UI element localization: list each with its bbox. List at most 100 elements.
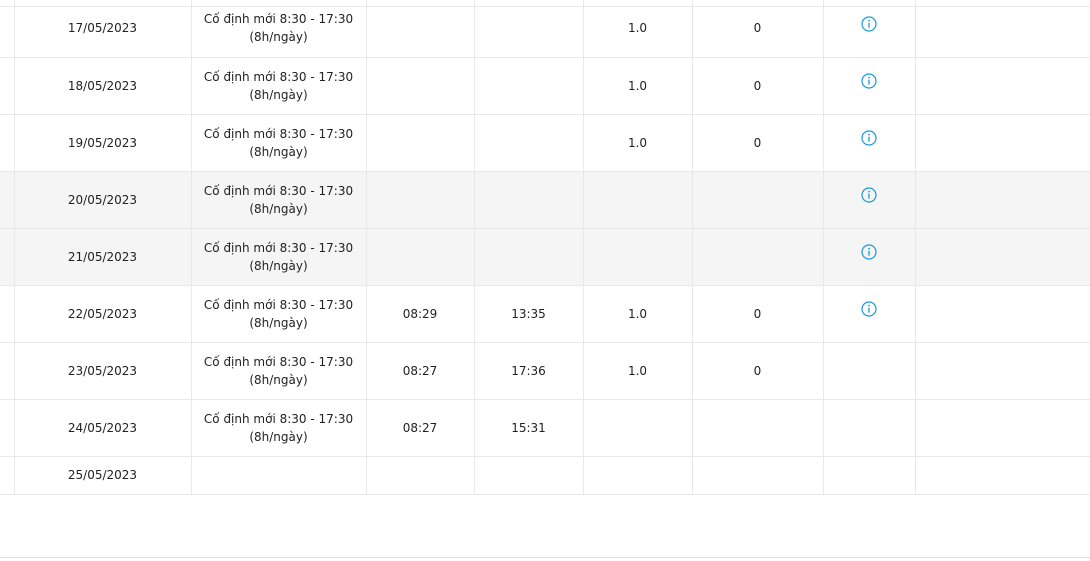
late-minutes-text: 0: [753, 306, 762, 321]
shift-name-text: Cố định mới 8:30 - 17:30: [203, 411, 354, 426]
shift-cell: Cố định mới 8:30 - 17:30 (8h/ngày): [191, 57, 367, 115]
check-in-cell: [366, 57, 475, 115]
check-out-cell: [474, 0, 584, 58]
check-in-cell: [366, 456, 475, 495]
check-in-cell: [366, 0, 475, 58]
shift-cell: Cố định mới 8:30 - 17:30 (8h/ngày): [191, 0, 367, 58]
info-circle-icon[interactable]: [861, 16, 877, 32]
work-day-cell: [583, 228, 693, 286]
info-cell: [823, 399, 916, 457]
table-row: 24/05/2023 Cố định mới 8:30 - 17:30 (8h/…: [0, 399, 1090, 457]
shift-cell: Cố định mới 8:30 - 17:30 (8h/ngày): [191, 342, 367, 400]
check-out-text: 17:36: [511, 363, 546, 378]
shift-cell: Cố định mới 8:30 - 17:30 (8h/ngày): [191, 399, 367, 457]
check-out-cell: [474, 57, 584, 115]
check-out-text: 13:35: [511, 306, 546, 321]
shift-name-text: Cố định mới 8:30 - 17:30: [203, 69, 354, 84]
shift-hours-text: (8h/ngày): [249, 144, 308, 159]
shift-name-text: Cố định mới 8:30 - 17:30: [203, 240, 354, 255]
date-cell: 18/05/2023: [14, 57, 192, 115]
check-in-cell: [366, 228, 475, 286]
work-day-text: 1.0: [627, 306, 648, 321]
check-in-cell: 08:29: [366, 285, 475, 343]
check-out-cell: [474, 228, 584, 286]
check-in-cell: 08:27: [366, 342, 475, 400]
work-day-cell: 1.0: [583, 57, 693, 115]
table-row: 22/05/2023 Cố định mới 8:30 - 17:30 (8h/…: [0, 285, 1090, 343]
row-leading-cell: [0, 228, 15, 286]
late-minutes-cell: 0: [692, 342, 824, 400]
shift-cell: Cố định mới 8:30 - 17:30 (8h/ngày): [191, 171, 367, 229]
attendance-table-body: 17/05/2023 Cố định mới 8:30 - 17:30 (8h/…: [0, 0, 1090, 495]
info-circle-icon[interactable]: [861, 301, 877, 317]
shift-name-text: Cố định mới 8:30 - 17:30: [203, 12, 354, 27]
check-out-cell: [474, 114, 584, 172]
info-cell: [823, 171, 916, 229]
check-out-text: 15:31: [511, 420, 546, 435]
work-day-cell: [583, 171, 693, 229]
work-day-text: 1.0: [627, 135, 648, 150]
check-in-cell: 08:27: [366, 399, 475, 457]
work-day-cell: [583, 456, 693, 495]
row-trailing-cell: [915, 285, 1090, 343]
date-text: 24/05/2023: [67, 420, 138, 435]
attendance-table-container: 17/05/2023 Cố định mới 8:30 - 17:30 (8h/…: [0, 0, 1090, 495]
info-circle-icon[interactable]: [861, 187, 877, 203]
row-leading-cell: [0, 57, 15, 115]
work-day-cell: [583, 399, 693, 457]
shift-cell: Cố định mới 8:30 - 17:30 (8h/ngày): [191, 228, 367, 286]
info-circle-icon[interactable]: [861, 130, 877, 146]
row-trailing-cell: [915, 57, 1090, 115]
table-row: 17/05/2023 Cố định mới 8:30 - 17:30 (8h/…: [0, 0, 1090, 58]
date-text: 23/05/2023: [67, 363, 138, 378]
date-text: 25/05/2023: [67, 468, 138, 482]
check-in-cell: [366, 114, 475, 172]
late-minutes-cell: [692, 399, 824, 457]
info-circle-icon[interactable]: [861, 244, 877, 260]
shift-cell: [191, 456, 367, 495]
row-trailing-cell: [915, 171, 1090, 229]
shift-hours-text: (8h/ngày): [249, 429, 308, 444]
date-cell: 24/05/2023: [14, 399, 192, 457]
info-cell: [823, 228, 916, 286]
late-minutes-text: 0: [753, 78, 762, 93]
late-minutes-cell: [692, 456, 824, 495]
info-cell: [823, 57, 916, 115]
date-text: 18/05/2023: [67, 78, 138, 93]
row-trailing-cell: [915, 0, 1090, 58]
shift-hours-text: (8h/ngày): [249, 372, 308, 387]
shift-cell: Cố định mới 8:30 - 17:30 (8h/ngày): [191, 114, 367, 172]
table-row: 21/05/2023 Cố định mới 8:30 - 17:30 (8h/…: [0, 228, 1090, 286]
row-trailing-cell: [915, 399, 1090, 457]
late-minutes-text: 0: [753, 135, 762, 150]
date-cell: 17/05/2023: [14, 0, 192, 58]
check-out-cell: 13:35: [474, 285, 584, 343]
check-out-cell: 15:31: [474, 399, 584, 457]
info-cell: [823, 114, 916, 172]
check-in-cell: [366, 171, 475, 229]
late-minutes-cell: 0: [692, 114, 824, 172]
info-cell: [823, 285, 916, 343]
work-day-text: 1.0: [627, 363, 648, 378]
row-leading-cell: [0, 0, 15, 58]
row-trailing-cell: [915, 456, 1090, 495]
info-circle-icon[interactable]: [861, 73, 877, 89]
shift-hours-text: (8h/ngày): [249, 201, 308, 216]
row-trailing-cell: [915, 114, 1090, 172]
attendance-table: 17/05/2023 Cố định mới 8:30 - 17:30 (8h/…: [0, 0, 1090, 495]
check-out-cell: 17:36: [474, 342, 584, 400]
late-minutes-text: 0: [753, 363, 762, 378]
table-row: 18/05/2023 Cố định mới 8:30 - 17:30 (8h/…: [0, 57, 1090, 115]
shift-hours-text: (8h/ngày): [249, 30, 308, 45]
date-cell: 21/05/2023: [14, 228, 192, 286]
table-row: 20/05/2023 Cố định mới 8:30 - 17:30 (8h/…: [0, 171, 1090, 229]
work-day-cell: 1.0: [583, 114, 693, 172]
late-minutes-cell: [692, 228, 824, 286]
row-leading-cell: [0, 456, 15, 495]
shift-name-text: Cố định mới 8:30 - 17:30: [203, 297, 354, 312]
shift-name-text: Cố định mới 8:30 - 17:30: [203, 126, 354, 141]
late-minutes-text: 0: [753, 21, 762, 36]
table-row: 25/05/2023: [0, 456, 1090, 495]
work-day-text: 1.0: [627, 21, 648, 36]
shift-hours-text: (8h/ngày): [249, 315, 308, 330]
